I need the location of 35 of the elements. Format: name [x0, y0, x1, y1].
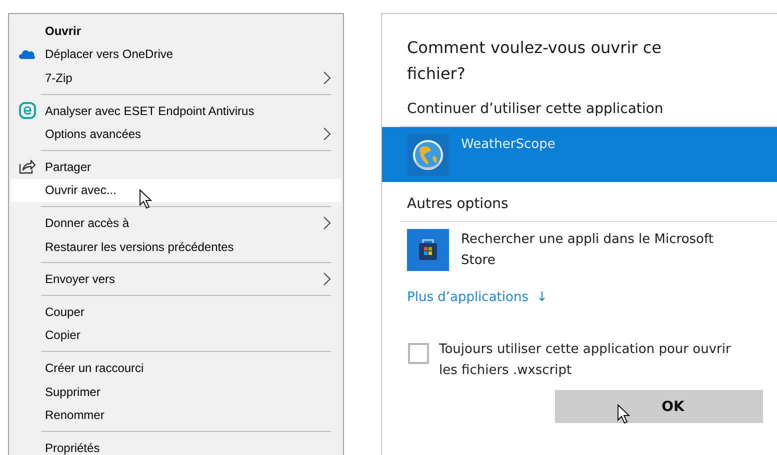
mouse-pointer-icon	[617, 404, 631, 425]
menu-item[interactable]: Renommer	[9, 403, 343, 427]
menu-item[interactable]: Déplacer vers OneDrive	[9, 42, 343, 66]
app-list-item[interactable]: WeatherScope	[382, 127, 777, 182]
menu-item[interactable]: Envoyer vers	[9, 267, 343, 291]
menu-item[interactable]: Restaurer les versions précédentes	[9, 234, 343, 258]
menu-item[interactable]: Options avancées	[9, 122, 343, 146]
globe-icon	[407, 134, 449, 176]
menu-item[interactable]: 7-Zip	[9, 66, 343, 90]
section-heading: Autres options	[407, 196, 510, 212]
chevron-right-icon	[323, 272, 331, 286]
checkbox-label: Toujours utiliser cette application pour ouvrir les fichiers .wxscript	[439, 341, 732, 380]
dialog-title: Comment voulez-vous ouvrir ce fichier?	[407, 37, 662, 85]
more-apps-link[interactable]: Plus d’applications ↓	[407, 290, 548, 305]
menu-item[interactable]: Copier	[9, 324, 343, 348]
chevron-right-icon	[323, 216, 331, 230]
menu-item[interactable]: Donner accès à	[9, 211, 343, 235]
checkbox[interactable]	[408, 343, 429, 364]
app-list-item[interactable]: Rechercher une appli dans le Microsoft Store	[382, 222, 777, 277]
menu-item[interactable]: Couper	[9, 300, 343, 324]
shield-e-icon	[18, 102, 36, 120]
menu-item[interactable]: Supprimer	[9, 380, 343, 404]
menu-item[interactable]: Créer un raccourci	[9, 356, 343, 380]
chevron-right-icon	[323, 127, 331, 142]
menu-item[interactable]: Analyser avec ESET Endpoint Antivirus	[9, 98, 343, 122]
menu-item[interactable]: Partager	[9, 154, 343, 179]
mouse-pointer-icon	[139, 188, 153, 210]
cloud-icon	[18, 48, 36, 60]
section-heading: Continuer d’utiliser cette application	[407, 101, 664, 117]
store-bag-icon	[407, 229, 449, 271]
share-icon	[18, 159, 36, 174]
chevron-right-icon	[323, 70, 331, 85]
menu-item[interactable]: Propriétés	[9, 436, 343, 455]
ok-button[interactable]: OK	[555, 390, 763, 423]
menu-item[interactable]: Ouvrir	[9, 19, 343, 43]
